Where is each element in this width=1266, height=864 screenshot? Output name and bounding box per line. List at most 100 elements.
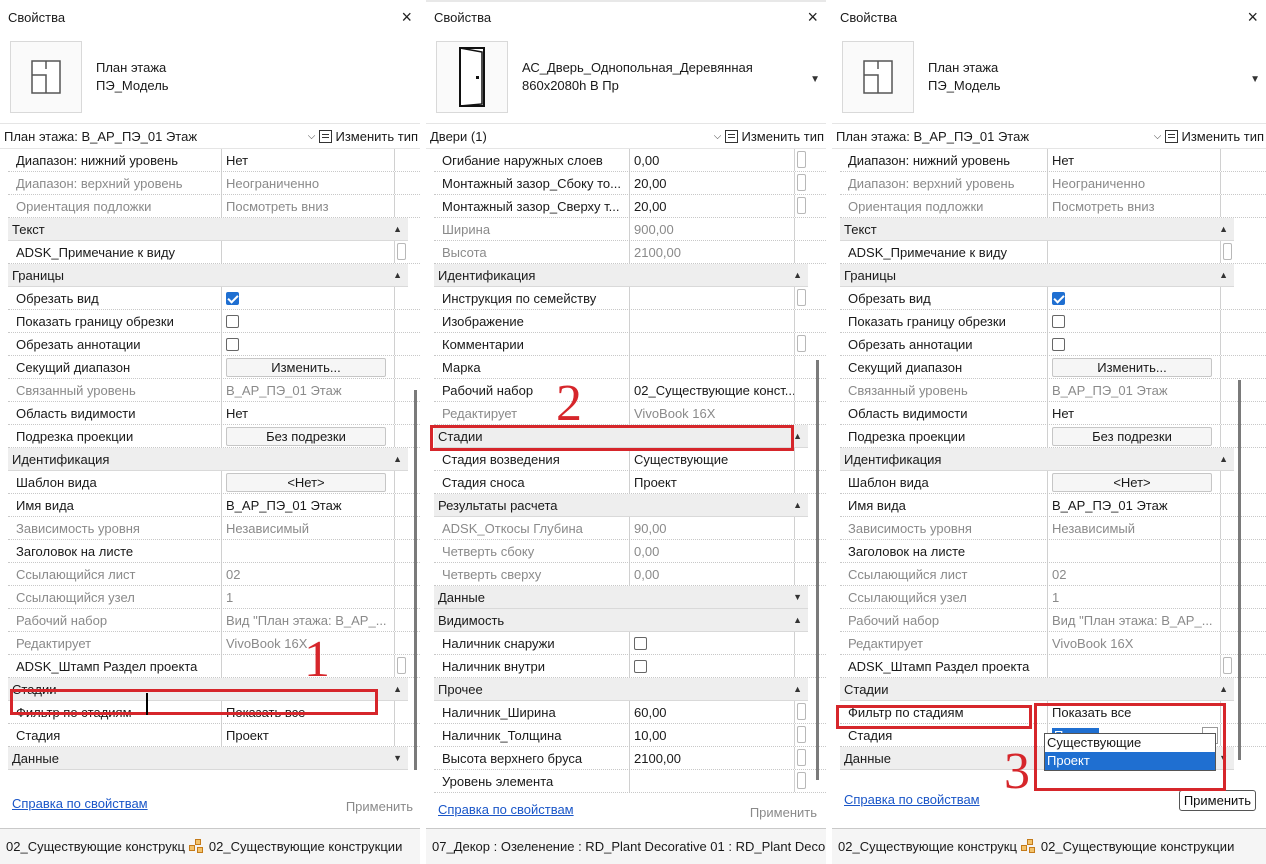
property-value-cell[interactable]: Независимый: [1048, 517, 1220, 539]
group-header[interactable]: Текст ▲: [8, 218, 408, 241]
property-value-cell[interactable]: 20,00: [630, 195, 794, 217]
scrollbar[interactable]: [816, 360, 819, 780]
property-value-cell[interactable]: 1: [222, 586, 394, 608]
type-selector[interactable]: АС_Дверь_Однопольная_Деревянная 860x2080…: [426, 34, 826, 120]
property-row[interactable]: Ссылающийся лист 02: [8, 563, 420, 586]
workset-active[interactable]: 02_Существующие конструкции: [209, 839, 402, 854]
close-icon[interactable]: ×: [807, 8, 818, 26]
property-row[interactable]: Высота 2100,00: [434, 241, 826, 264]
group-header[interactable]: Идентификация ▲: [840, 448, 1234, 471]
property-row[interactable]: Стадия Проект: [8, 724, 420, 747]
property-value-cell[interactable]: В_АР_ПЭ_01 Этаж: [1048, 379, 1220, 401]
property-row[interactable]: Инструкция по семейству: [434, 287, 826, 310]
property-value-cell[interactable]: [630, 655, 794, 677]
property-value-cell[interactable]: [222, 540, 394, 562]
checkbox[interactable]: [1052, 291, 1065, 305]
collapse-icon[interactable]: ▲: [793, 684, 802, 694]
property-value-cell[interactable]: В_АР_ПЭ_01 Этаж: [1048, 494, 1220, 516]
property-row[interactable]: Показать границу обрезки: [840, 310, 1266, 333]
property-row[interactable]: Ссылающийся лист 02: [840, 563, 1266, 586]
workset-icon[interactable]: [1020, 838, 1037, 855]
collapse-icon[interactable]: ▲: [393, 684, 402, 694]
property-row[interactable]: Рабочий набор 02_Существующие конст...: [434, 379, 826, 402]
value-button[interactable]: Без подрезки: [226, 426, 386, 446]
edit-type-button[interactable]: Изменить тип: [319, 129, 420, 144]
property-row[interactable]: Заголовок на листе: [8, 540, 420, 563]
property-value-cell[interactable]: 02: [222, 563, 394, 585]
property-value-cell[interactable]: [630, 310, 794, 332]
property-value-cell[interactable]: [1048, 287, 1220, 309]
property-row[interactable]: Область видимости Нет: [840, 402, 1266, 425]
property-row[interactable]: Обрезать вид: [840, 287, 1266, 310]
property-value-cell[interactable]: [630, 333, 794, 355]
collapse-icon[interactable]: ▲: [793, 500, 802, 510]
property-value-cell[interactable]: Проект: [630, 471, 794, 493]
checkbox[interactable]: [634, 659, 647, 673]
property-row[interactable]: Ширина 900,00: [434, 218, 826, 241]
property-row[interactable]: ADSK_Примечание к виду: [840, 241, 1266, 264]
group-header[interactable]: Прочее ▲: [434, 678, 808, 701]
property-value-cell[interactable]: [222, 241, 394, 263]
workset-active[interactable]: 02_Существующие конструкции: [1041, 839, 1234, 854]
property-row[interactable]: Рабочий набор Вид "План этажа: В_АР_...: [840, 609, 1266, 632]
value-button[interactable]: Изменить...: [1052, 357, 1212, 377]
property-value-cell[interactable]: Существующие: [630, 448, 794, 470]
collapse-icon[interactable]: ▲: [393, 224, 402, 234]
property-row[interactable]: Ориентация подложки Посмотреть вниз: [840, 195, 1266, 218]
property-value-cell[interactable]: 0,00: [630, 540, 794, 562]
property-value-cell[interactable]: Посмотреть вниз: [222, 195, 394, 217]
scrollbar[interactable]: [414, 390, 417, 770]
workset-icon[interactable]: [188, 838, 205, 855]
group-header[interactable]: Идентификация ▲: [8, 448, 408, 471]
property-value-cell[interactable]: 2100,00: [630, 241, 794, 263]
close-icon[interactable]: ×: [401, 8, 412, 26]
caret-down-icon[interactable]: ▼: [810, 74, 820, 85]
close-icon[interactable]: ×: [1247, 8, 1258, 26]
property-value-cell[interactable]: VivoBook 16X: [1048, 632, 1220, 654]
property-value-cell[interactable]: [1048, 333, 1220, 355]
property-row[interactable]: Изображение: [434, 310, 826, 333]
property-value-cell[interactable]: 900,00: [630, 218, 794, 240]
property-value-cell[interactable]: [1048, 655, 1220, 677]
property-row[interactable]: Огибание наружных слоев 0,00: [434, 149, 826, 172]
property-value-cell[interactable]: 60,00: [630, 701, 794, 723]
property-row[interactable]: Комментарии: [434, 333, 826, 356]
property-value-cell[interactable]: Без подрезки: [222, 425, 394, 447]
property-row[interactable]: Редактирует VivoBook 16X: [434, 402, 826, 425]
property-value-cell[interactable]: Вид "План этажа: В_АР_...: [1048, 609, 1220, 631]
group-header[interactable]: Данные ▼: [8, 747, 408, 770]
property-value-cell[interactable]: [630, 770, 794, 792]
property-row[interactable]: Обрезать аннотации: [8, 333, 420, 356]
property-row[interactable]: Марка: [434, 356, 826, 379]
property-row[interactable]: Диапазон: нижний уровень Нет: [8, 149, 420, 172]
property-row[interactable]: Обрезать аннотации: [840, 333, 1266, 356]
property-value-cell[interactable]: [222, 310, 394, 332]
value-button[interactable]: <Нет>: [226, 472, 386, 492]
property-row[interactable]: Наличник снаружи: [434, 632, 826, 655]
chevron-down-icon[interactable]: ⌵: [1149, 131, 1165, 142]
property-row[interactable]: Имя вида В_АР_ПЭ_01 Этаж: [840, 494, 1266, 517]
collapse-icon[interactable]: ▲: [393, 270, 402, 280]
property-row[interactable]: Уровень элемента: [434, 770, 826, 793]
edit-type-button[interactable]: Изменить тип: [725, 129, 826, 144]
group-header[interactable]: Стадии ▲: [840, 678, 1234, 701]
property-row[interactable]: Высота верхнего бруса 2100,00: [434, 747, 826, 770]
property-row[interactable]: Четверть сбоку 0,00: [434, 540, 826, 563]
property-row[interactable]: Редактирует VivoBook 16X: [840, 632, 1266, 655]
property-row[interactable]: Секущий диапазон Изменить...: [840, 356, 1266, 379]
collapse-icon[interactable]: ▲: [1219, 454, 1228, 464]
property-row[interactable]: Стадия возведения Существующие: [434, 448, 826, 471]
property-value-cell[interactable]: В_АР_ПЭ_01 Этаж: [222, 494, 394, 516]
property-row[interactable]: Шаблон вида <Нет>: [840, 471, 1266, 494]
property-row[interactable]: Имя вида В_АР_ПЭ_01 Этаж: [8, 494, 420, 517]
chevron-down-icon[interactable]: ⌵: [709, 131, 725, 142]
type-selector[interactable]: План этажа ПЭ_Модель: [0, 34, 420, 120]
property-row[interactable]: ADSK_Штамп Раздел проекта: [8, 655, 420, 678]
property-value-cell[interactable]: 02: [1048, 563, 1220, 585]
collapse-icon[interactable]: ▲: [1219, 270, 1228, 280]
property-row[interactable]: Монтажный зазор_Сбоку то... 20,00: [434, 172, 826, 195]
property-row[interactable]: Подрезка проекции Без подрезки: [8, 425, 420, 448]
group-header[interactable]: Границы ▲: [840, 264, 1234, 287]
property-value-cell[interactable]: Без подрезки: [1048, 425, 1220, 447]
property-value-cell[interactable]: Независимый: [222, 517, 394, 539]
